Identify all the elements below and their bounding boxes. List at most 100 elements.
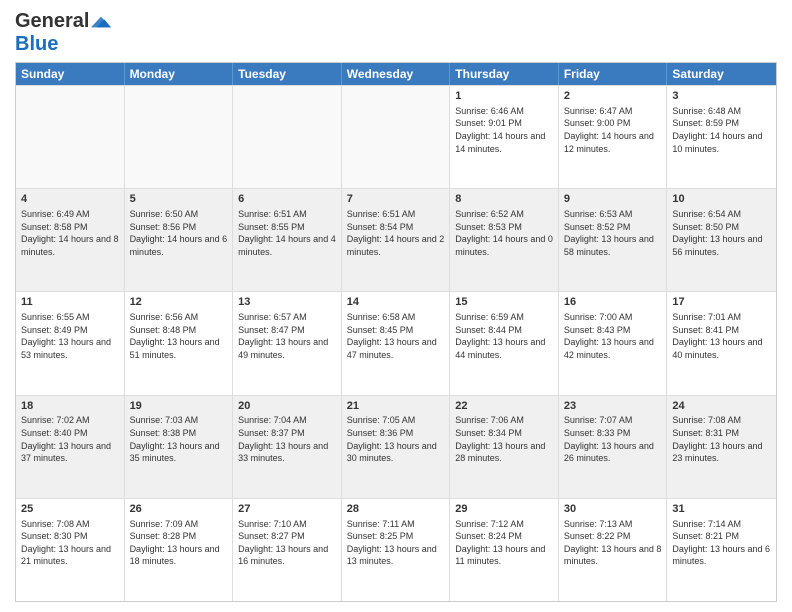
calendar-cell: 15Sunrise: 6:59 AMSunset: 8:44 PMDayligh… — [450, 292, 559, 394]
cell-info: Sunrise: 7:02 AMSunset: 8:40 PMDaylight:… — [21, 414, 119, 464]
calendar-cell: 18Sunrise: 7:02 AMSunset: 8:40 PMDayligh… — [16, 396, 125, 498]
day-number: 12 — [130, 295, 228, 310]
day-number: 31 — [672, 502, 771, 517]
calendar-cell: 13Sunrise: 6:57 AMSunset: 8:47 PMDayligh… — [233, 292, 342, 394]
calendar-row: 25Sunrise: 7:08 AMSunset: 8:30 PMDayligh… — [16, 498, 776, 601]
calendar-cell: 23Sunrise: 7:07 AMSunset: 8:33 PMDayligh… — [559, 396, 668, 498]
calendar-cell: 6Sunrise: 6:51 AMSunset: 8:55 PMDaylight… — [233, 189, 342, 291]
calendar-cell: 24Sunrise: 7:08 AMSunset: 8:31 PMDayligh… — [667, 396, 776, 498]
calendar-cell: 2Sunrise: 6:47 AMSunset: 9:00 PMDaylight… — [559, 86, 668, 188]
logo-general: General — [15, 10, 89, 33]
cell-info: Sunrise: 6:48 AMSunset: 8:59 PMDaylight:… — [672, 105, 771, 155]
day-number: 13 — [238, 295, 336, 310]
calendar-cell: 4Sunrise: 6:49 AMSunset: 8:58 PMDaylight… — [16, 189, 125, 291]
calendar-cell: 21Sunrise: 7:05 AMSunset: 8:36 PMDayligh… — [342, 396, 451, 498]
day-number: 22 — [455, 399, 553, 414]
cell-info: Sunrise: 7:08 AMSunset: 8:31 PMDaylight:… — [672, 414, 771, 464]
calendar-cell: 7Sunrise: 6:51 AMSunset: 8:54 PMDaylight… — [342, 189, 451, 291]
calendar-cell: 28Sunrise: 7:11 AMSunset: 8:25 PMDayligh… — [342, 499, 451, 601]
cell-info: Sunrise: 6:51 AMSunset: 8:55 PMDaylight:… — [238, 208, 336, 258]
calendar-cell: 8Sunrise: 6:52 AMSunset: 8:53 PMDaylight… — [450, 189, 559, 291]
calendar-cell: 22Sunrise: 7:06 AMSunset: 8:34 PMDayligh… — [450, 396, 559, 498]
calendar-cell: 16Sunrise: 7:00 AMSunset: 8:43 PMDayligh… — [559, 292, 668, 394]
calendar-cell: 5Sunrise: 6:50 AMSunset: 8:56 PMDaylight… — [125, 189, 234, 291]
cell-info: Sunrise: 6:58 AMSunset: 8:45 PMDaylight:… — [347, 311, 445, 361]
day-number: 16 — [564, 295, 662, 310]
header-thursday: Thursday — [450, 63, 559, 85]
calendar-row: 18Sunrise: 7:02 AMSunset: 8:40 PMDayligh… — [16, 395, 776, 498]
calendar-cell: 29Sunrise: 7:12 AMSunset: 8:24 PMDayligh… — [450, 499, 559, 601]
day-number: 18 — [21, 399, 119, 414]
day-number: 11 — [21, 295, 119, 310]
day-number: 3 — [672, 89, 771, 104]
logo: General Blue — [15, 10, 111, 56]
cell-info: Sunrise: 7:03 AMSunset: 8:38 PMDaylight:… — [130, 414, 228, 464]
calendar-cell: 17Sunrise: 7:01 AMSunset: 8:41 PMDayligh… — [667, 292, 776, 394]
calendar-cell — [233, 86, 342, 188]
cell-info: Sunrise: 6:51 AMSunset: 8:54 PMDaylight:… — [347, 208, 445, 258]
cell-info: Sunrise: 6:47 AMSunset: 9:00 PMDaylight:… — [564, 105, 662, 155]
calendar-row: 4Sunrise: 6:49 AMSunset: 8:58 PMDaylight… — [16, 188, 776, 291]
cell-info: Sunrise: 6:54 AMSunset: 8:50 PMDaylight:… — [672, 208, 771, 258]
cell-info: Sunrise: 7:08 AMSunset: 8:30 PMDaylight:… — [21, 518, 119, 568]
calendar-cell: 10Sunrise: 6:54 AMSunset: 8:50 PMDayligh… — [667, 189, 776, 291]
header-wednesday: Wednesday — [342, 63, 451, 85]
cell-info: Sunrise: 7:10 AMSunset: 8:27 PMDaylight:… — [238, 518, 336, 568]
calendar-row: 1Sunrise: 6:46 AMSunset: 9:01 PMDaylight… — [16, 85, 776, 188]
day-number: 6 — [238, 192, 336, 207]
calendar-cell: 9Sunrise: 6:53 AMSunset: 8:52 PMDaylight… — [559, 189, 668, 291]
cell-info: Sunrise: 7:05 AMSunset: 8:36 PMDaylight:… — [347, 414, 445, 464]
cell-info: Sunrise: 7:09 AMSunset: 8:28 PMDaylight:… — [130, 518, 228, 568]
calendar-cell — [125, 86, 234, 188]
logo-icon — [91, 12, 111, 32]
cell-info: Sunrise: 6:53 AMSunset: 8:52 PMDaylight:… — [564, 208, 662, 258]
day-number: 2 — [564, 89, 662, 104]
day-number: 25 — [21, 502, 119, 517]
day-number: 26 — [130, 502, 228, 517]
day-number: 8 — [455, 192, 553, 207]
calendar-cell — [342, 86, 451, 188]
calendar-body: 1Sunrise: 6:46 AMSunset: 9:01 PMDaylight… — [16, 85, 776, 601]
calendar-header: Sunday Monday Tuesday Wednesday Thursday… — [16, 63, 776, 85]
cell-info: Sunrise: 7:11 AMSunset: 8:25 PMDaylight:… — [347, 518, 445, 568]
header-tuesday: Tuesday — [233, 63, 342, 85]
cell-info: Sunrise: 7:12 AMSunset: 8:24 PMDaylight:… — [455, 518, 553, 568]
cell-info: Sunrise: 6:49 AMSunset: 8:58 PMDaylight:… — [21, 208, 119, 258]
calendar-cell — [16, 86, 125, 188]
calendar-cell: 25Sunrise: 7:08 AMSunset: 8:30 PMDayligh… — [16, 499, 125, 601]
day-number: 15 — [455, 295, 553, 310]
cell-info: Sunrise: 6:46 AMSunset: 9:01 PMDaylight:… — [455, 105, 553, 155]
day-number: 21 — [347, 399, 445, 414]
calendar-cell: 3Sunrise: 6:48 AMSunset: 8:59 PMDaylight… — [667, 86, 776, 188]
day-number: 9 — [564, 192, 662, 207]
cell-info: Sunrise: 7:13 AMSunset: 8:22 PMDaylight:… — [564, 518, 662, 568]
calendar-cell: 1Sunrise: 6:46 AMSunset: 9:01 PMDaylight… — [450, 86, 559, 188]
calendar-cell: 11Sunrise: 6:55 AMSunset: 8:49 PMDayligh… — [16, 292, 125, 394]
day-number: 7 — [347, 192, 445, 207]
cell-info: Sunrise: 7:00 AMSunset: 8:43 PMDaylight:… — [564, 311, 662, 361]
calendar-cell: 27Sunrise: 7:10 AMSunset: 8:27 PMDayligh… — [233, 499, 342, 601]
cell-info: Sunrise: 7:06 AMSunset: 8:34 PMDaylight:… — [455, 414, 553, 464]
cell-info: Sunrise: 7:04 AMSunset: 8:37 PMDaylight:… — [238, 414, 336, 464]
day-number: 24 — [672, 399, 771, 414]
header-saturday: Saturday — [667, 63, 776, 85]
calendar: Sunday Monday Tuesday Wednesday Thursday… — [15, 62, 777, 602]
cell-info: Sunrise: 6:52 AMSunset: 8:53 PMDaylight:… — [455, 208, 553, 258]
cell-info: Sunrise: 7:07 AMSunset: 8:33 PMDaylight:… — [564, 414, 662, 464]
day-number: 20 — [238, 399, 336, 414]
cell-info: Sunrise: 7:01 AMSunset: 8:41 PMDaylight:… — [672, 311, 771, 361]
logo-blue: Blue — [15, 33, 58, 55]
cell-info: Sunrise: 7:14 AMSunset: 8:21 PMDaylight:… — [672, 518, 771, 568]
calendar-row: 11Sunrise: 6:55 AMSunset: 8:49 PMDayligh… — [16, 291, 776, 394]
day-number: 1 — [455, 89, 553, 104]
day-number: 23 — [564, 399, 662, 414]
page-header: General Blue — [15, 10, 777, 56]
day-number: 17 — [672, 295, 771, 310]
calendar-cell: 19Sunrise: 7:03 AMSunset: 8:38 PMDayligh… — [125, 396, 234, 498]
day-number: 28 — [347, 502, 445, 517]
calendar-cell: 26Sunrise: 7:09 AMSunset: 8:28 PMDayligh… — [125, 499, 234, 601]
day-number: 30 — [564, 502, 662, 517]
day-number: 14 — [347, 295, 445, 310]
day-number: 4 — [21, 192, 119, 207]
header-monday: Monday — [125, 63, 234, 85]
